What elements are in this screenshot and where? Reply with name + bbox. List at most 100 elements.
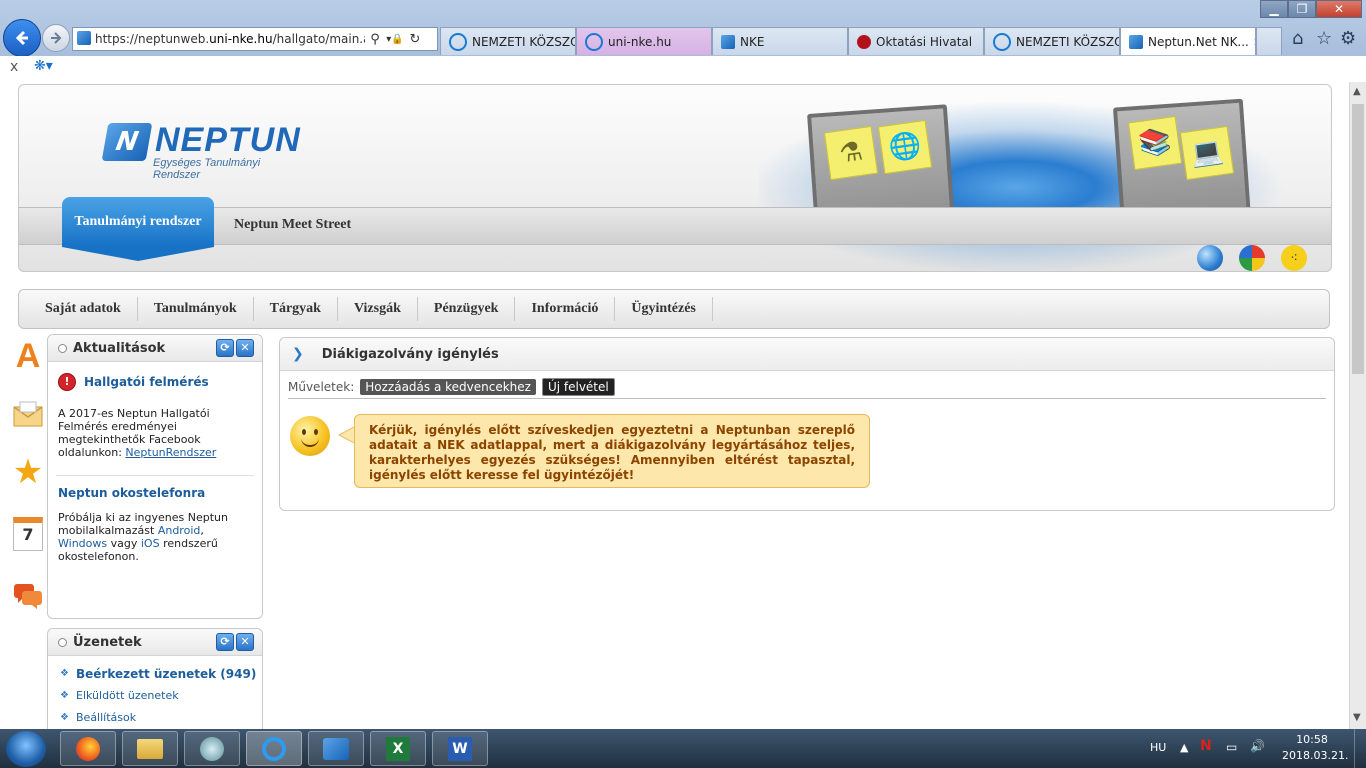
taskbar-firefox[interactable] [60, 731, 116, 766]
calendar-icon[interactable]: 7 [12, 514, 44, 554]
windows-taskbar: X W HU ▲ N ▭ 🔊 10:58 2018.03.21. [0, 729, 1366, 768]
ie-icon [449, 32, 467, 51]
alert-icon: ! [58, 373, 76, 391]
message-settings-link[interactable]: ❖ Beállítások [60, 711, 136, 724]
browser-tab-5[interactable]: NEMZETI KÖZSZO... [984, 27, 1120, 55]
diamond-bullet-icon: ❖ [60, 711, 69, 723]
minimize-button[interactable]: ▁ [1260, 0, 1288, 18]
browser-tab-4[interactable]: Oktatási Hivatal [848, 27, 984, 55]
main-panel-header: ❯ Diákigazolvány igénylés [280, 338, 1334, 371]
taskbar-app[interactable] [184, 731, 240, 766]
clock[interactable]: 10:58 2018.03.21. [1282, 733, 1348, 762]
font-size-a-icon[interactable]: A [12, 336, 44, 376]
show-desktop-button[interactable] [1354, 729, 1366, 768]
globe-language-icon[interactable] [1197, 245, 1223, 271]
network-icon[interactable]: ▭ [1226, 740, 1237, 754]
maximize-button[interactable]: ❐ [1288, 0, 1316, 18]
ie-icon [993, 32, 1011, 51]
accessibility-icon[interactable]: ⁖ [1281, 245, 1307, 271]
start-button[interactable] [6, 731, 46, 767]
refresh-icon[interactable]: ↻ [405, 32, 425, 47]
bullet-icon [58, 637, 67, 647]
chat-bubbles-icon[interactable] [12, 576, 44, 616]
neptunrendszer-link[interactable]: NeptunRendszer [125, 446, 216, 459]
main-content-panel: ❯ Diákigazolvány igénylés Műveletek: Hoz… [279, 337, 1335, 511]
browser-tab-2[interactable]: uni-nke.hu [576, 27, 712, 55]
show-hidden-icons[interactable]: ▲ [1180, 741, 1188, 754]
sent-messages-link[interactable]: ❖ Elküldött üzenetek [60, 689, 179, 702]
url-text[interactable]: https://neptunweb.uni-nke.hu/hallgato/ma… [95, 32, 365, 46]
news-box-title: Aktualitások [73, 340, 166, 356]
browser-tab-1[interactable]: NEMZETI KÖZSZO... [440, 27, 576, 55]
back-button[interactable] [3, 19, 41, 57]
favorites-star-side-icon[interactable]: ★ [12, 452, 44, 492]
volume-icon[interactable]: 🔊 [1250, 739, 1265, 753]
close-box-icon[interactable]: ✕ [236, 339, 254, 357]
speech-bubbles-icon [14, 584, 42, 609]
ios-link[interactable]: iOS [141, 537, 160, 550]
close-window-button[interactable]: ✕ [1316, 0, 1362, 18]
taskbar-internet-explorer[interactable] [246, 731, 302, 766]
new-record-button[interactable]: Új felvétel [541, 378, 615, 396]
refresh-box-icon[interactable]: ⟳ [216, 633, 234, 651]
menu-tanulmanyok[interactable]: Tanulmányok [138, 297, 254, 321]
active-tab-arrow [62, 247, 214, 261]
new-tab-button[interactable] [1256, 27, 1282, 55]
taskbar-excel[interactable]: X [370, 731, 426, 766]
scroll-up-icon[interactable]: ▲ [1353, 86, 1361, 97]
command-bar: x ❋▾ [0, 56, 1366, 83]
favorites-star-icon[interactable]: ☆ [1316, 28, 1332, 49]
news-item-1-title[interactable]: Hallgatói felmérés [84, 375, 209, 389]
neptun-tray-icon[interactable]: N [1200, 738, 1212, 754]
close-bar-icon[interactable]: x [10, 59, 18, 75]
color-theme-icon[interactable] [1239, 245, 1265, 271]
notice-bubble-tail-inner [340, 427, 355, 443]
browser-tab-3[interactable]: NKE [712, 27, 848, 55]
android-link[interactable]: Android [158, 524, 201, 537]
diamond-bullet-icon: ❖ [60, 668, 69, 679]
refresh-box-icon[interactable]: ⟳ [216, 339, 234, 357]
scroll-thumb[interactable] [1352, 104, 1364, 374]
menu-penzugyek[interactable]: Pénzügyek [418, 297, 516, 321]
menu-targyak[interactable]: Tárgyak [254, 297, 338, 321]
neptun-logo[interactable]: N NEPTUN Egységes Tanulmányi Rendszer [101, 121, 305, 181]
neptun-favicon [721, 34, 735, 49]
mail-envelope-icon[interactable] [12, 394, 44, 434]
taskbar-word[interactable]: W [432, 731, 488, 766]
menu-vizsgak[interactable]: Vizsgák [338, 297, 418, 321]
oktatasi-hivatal-icon [857, 34, 871, 49]
menu-sajat-adatok[interactable]: Saját adatok [29, 297, 138, 321]
add-to-favorites-button[interactable]: Hozzáadás a kedvencekhez [360, 379, 536, 395]
actions-toolbar: Műveletek: Hozzáadás a kedvencekhez Új f… [288, 376, 1326, 399]
taskbar-explorer[interactable] [122, 731, 178, 766]
settings-gear-icon[interactable]: ⚙ [1340, 28, 1356, 49]
news-item-1-text: A 2017-es Neptun Hallgatói Felmérés ered… [58, 407, 217, 459]
taskbar-neptun[interactable] [308, 731, 364, 766]
menu-informacio[interactable]: Információ [515, 297, 616, 321]
language-indicator[interactable]: HU [1150, 741, 1166, 754]
browser-tab-6-active[interactable]: Neptun.Net NK... ✕ [1120, 27, 1256, 55]
close-box-icon[interactable]: ✕ [236, 633, 254, 651]
chevron-right-icon: ❯ [292, 346, 304, 362]
site-favicon [77, 31, 91, 45]
close-tab-icon[interactable]: ✕ [1249, 35, 1255, 49]
menu-ugyintezes[interactable]: Ügyintézés [615, 297, 713, 321]
inbox-link[interactable]: ❖ Beérkezett üzenetek (949) [60, 667, 256, 681]
forward-button[interactable] [42, 24, 70, 52]
news-item-2-text: Próbálja ki az ingyenes Neptun mobilalka… [58, 511, 228, 563]
news-item-2-title[interactable]: Neptun okostelefonra [58, 486, 205, 500]
lock-icon[interactable]: ▾🔒 [385, 34, 405, 45]
address-bar[interactable]: https://neptunweb.uni-nke.hu/hallgato/ma… [72, 27, 438, 51]
web-slice-icon[interactable]: ❋▾ [34, 58, 53, 74]
windows-link[interactable]: Windows [58, 537, 107, 550]
search-icon[interactable]: ⚲ [365, 32, 385, 47]
neptun-header: ⚗ 🌐 📚 💻 N NEPTUN Egységes Tanulmányi Ren… [18, 84, 1332, 272]
folder-icon [137, 738, 163, 759]
tab-neptun-meet-street[interactable]: Neptun Meet Street [234, 211, 351, 239]
home-icon[interactable]: ⌂ [1292, 28, 1303, 49]
main-menu: Saját adatok Tanulmányok Tárgyak Vizsgák… [18, 289, 1330, 329]
page-scrollbar[interactable]: ▲ ▼ [1349, 82, 1366, 729]
scroll-down-icon[interactable]: ▼ [1353, 712, 1361, 723]
tab-tanulmanyi-rendszer[interactable]: Tanulmányi rendszer [62, 197, 214, 247]
logo-name: NEPTUN [155, 121, 301, 159]
